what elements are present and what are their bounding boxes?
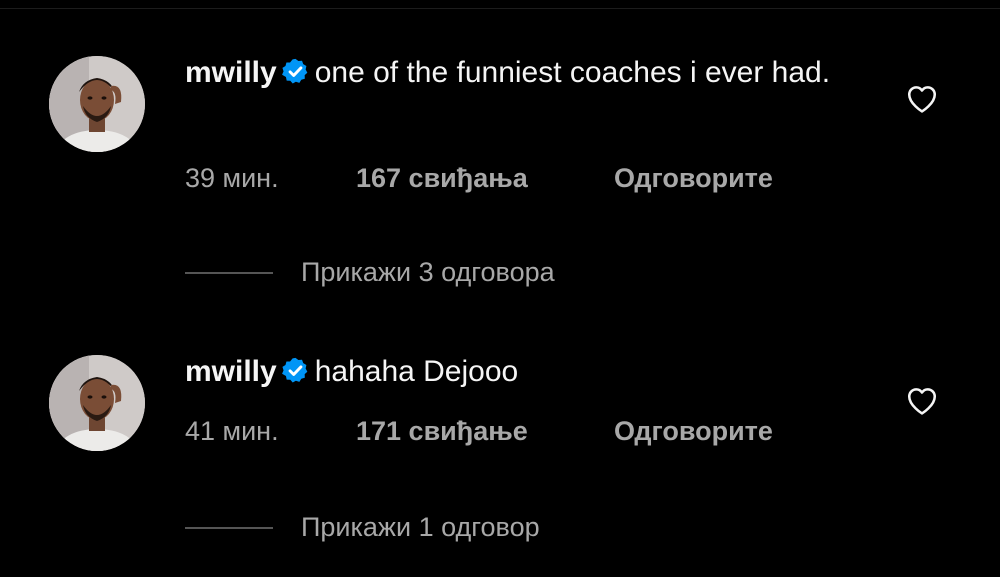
view-replies-button[interactable]: Прикажи 1 одговор bbox=[185, 512, 540, 543]
like-heart-icon[interactable] bbox=[905, 82, 939, 114]
comment-meta: 39 мин. 167 свиђања Одговорите bbox=[185, 163, 773, 194]
comment-like-count[interactable]: 171 свиђање bbox=[356, 416, 614, 447]
view-replies-label: Прикажи 1 одговор bbox=[301, 512, 540, 542]
replies-divider-line bbox=[185, 271, 273, 274]
verified-badge-icon bbox=[281, 57, 310, 86]
comment-timestamp: 39 мин. bbox=[185, 163, 279, 193]
comment-body: hahaha Dejooo bbox=[314, 355, 519, 388]
replies-divider-line bbox=[185, 526, 273, 529]
comment-meta: 41 мин. 171 свиђање Одговорите bbox=[185, 416, 773, 447]
comment-text: mwilly hahaha Dejooo bbox=[185, 349, 875, 395]
avatar[interactable] bbox=[49, 56, 145, 152]
comment-timestamp: 41 мин. bbox=[185, 416, 279, 446]
comment-like-count[interactable]: 167 свиђања bbox=[356, 163, 614, 194]
view-replies-button[interactable]: Прикажи 3 одговора bbox=[185, 257, 555, 288]
top-divider bbox=[0, 8, 1000, 9]
view-replies-label: Прикажи 3 одговора bbox=[301, 257, 555, 287]
comment-body: one of the funniest coaches i ever had. bbox=[314, 56, 831, 89]
comment-username[interactable]: mwilly bbox=[185, 56, 277, 89]
reply-button[interactable]: Одговорите bbox=[614, 416, 773, 446]
comment-text: mwilly one of the funniest coaches i ever… bbox=[185, 50, 875, 96]
reply-button[interactable]: Одговорите bbox=[614, 163, 773, 193]
avatar[interactable] bbox=[49, 355, 145, 451]
like-heart-icon[interactable] bbox=[905, 384, 939, 416]
comment-username[interactable]: mwilly bbox=[185, 355, 277, 388]
verified-badge-icon bbox=[281, 356, 310, 385]
